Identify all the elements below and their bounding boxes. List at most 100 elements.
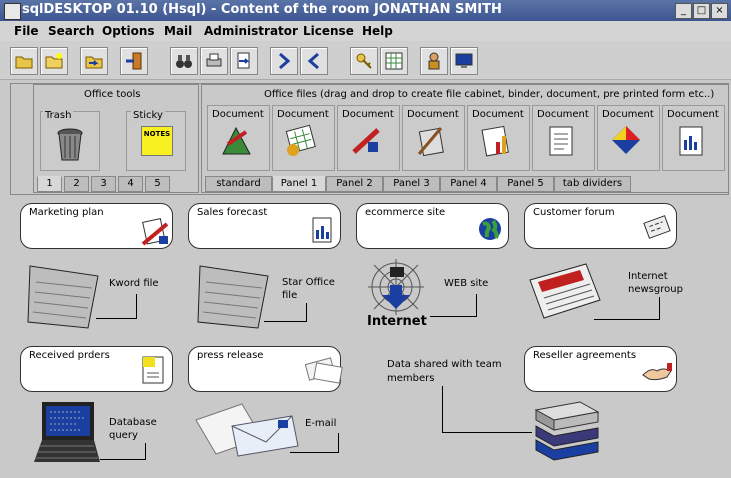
document-label: Document: [407, 109, 459, 120]
sales-forecast-label: Sales forecast: [197, 207, 268, 218]
press-release-label: press release: [197, 350, 264, 361]
monitor-icon: [455, 53, 473, 68]
chevron-left-icon: [307, 52, 319, 70]
globe-icon: [479, 218, 501, 240]
document-tile-3[interactable]: Document: [337, 105, 400, 171]
menu-mail[interactable]: Mail: [164, 24, 192, 38]
form-icon: [142, 356, 164, 384]
tab-panel-2[interactable]: Panel 2: [326, 176, 383, 192]
office-files-title: Office files (drag and drop to create fi…: [264, 89, 715, 100]
database-document-icon: [612, 126, 640, 154]
office-tools-title: Office tools: [84, 89, 141, 100]
document-label: Document: [212, 109, 264, 120]
data-shared-label: Data shared with team members: [387, 359, 502, 384]
key-button[interactable]: [350, 47, 378, 75]
connector-line: [442, 432, 532, 433]
next-button[interactable]: [270, 47, 298, 75]
menu-file[interactable]: File: [14, 24, 39, 38]
document-label: Document: [537, 109, 589, 120]
close-button[interactable]: ×: [711, 3, 728, 19]
kword-file-label: Kword file: [109, 278, 159, 289]
received-orders-bubble: Received prders: [20, 346, 173, 392]
exit-button[interactable]: [120, 47, 148, 75]
document-tile-2[interactable]: Document: [272, 105, 335, 171]
tab-standard[interactable]: standard: [205, 176, 272, 192]
sticky-label: Sticky: [131, 110, 165, 121]
connector-line: [442, 386, 443, 432]
grid-button[interactable]: [380, 47, 408, 75]
document-tile-8[interactable]: Document: [662, 105, 725, 171]
minimize-button[interactable]: _: [675, 3, 692, 19]
document-tile-7[interactable]: Document: [597, 105, 660, 171]
spreadsheet-document-icon: [285, 124, 316, 156]
toolbar: [0, 41, 731, 80]
previous-button[interactable]: [300, 47, 328, 75]
internet-label: Internet: [367, 314, 427, 329]
tab-panel-4[interactable]: Panel 4: [440, 176, 497, 192]
monitor-button[interactable]: [450, 47, 478, 75]
door-exit-icon: [126, 52, 142, 70]
connector-line: [306, 303, 307, 321]
document-tile-1[interactable]: Document: [207, 105, 270, 171]
kword-file-icon: [27, 265, 99, 329]
tab-panel-3[interactable]: Panel 3: [383, 176, 440, 192]
reseller-agreements-bubble: Reseller agreements: [524, 346, 677, 392]
document-tile-4[interactable]: Document: [402, 105, 465, 171]
tools-tab-1[interactable]: 1: [37, 176, 62, 192]
connector-line: [96, 318, 137, 319]
tab-dividers[interactable]: tab dividers: [554, 176, 631, 192]
menu-search[interactable]: Search: [48, 24, 94, 38]
document-export-icon: [237, 52, 250, 69]
web-site-label: WEB site: [444, 278, 489, 289]
maximize-button[interactable]: □: [693, 3, 710, 19]
press-release-bubble: press release: [188, 346, 343, 392]
search-button[interactable]: [170, 47, 198, 75]
user-icon: [428, 52, 440, 70]
print-button[interactable]: [200, 47, 228, 75]
export-button[interactable]: [230, 47, 258, 75]
menu-bar: File Search Options Mail Administrator L…: [0, 21, 731, 42]
trash-icon: [57, 128, 83, 161]
import-button[interactable]: [80, 47, 108, 75]
internet-newsgroup-label: Internet newsgroup: [628, 271, 683, 295]
tools-tab-5[interactable]: 5: [145, 176, 170, 192]
binoculars-icon: [176, 55, 192, 68]
tools-tab-2[interactable]: 2: [64, 176, 89, 192]
folder-open-icon: [15, 56, 33, 69]
ecommerce-site-label: ecommerce site: [365, 207, 446, 218]
report-icon: [312, 217, 332, 243]
menu-options[interactable]: Options: [102, 24, 155, 38]
chevron-right-icon: [279, 52, 291, 70]
sticky-note-icon: NOTES: [141, 126, 173, 156]
tab-panel-1[interactable]: Panel 1: [272, 176, 326, 192]
drawing-document-icon: [352, 128, 380, 154]
laptop-icon: [34, 402, 100, 462]
menu-license[interactable]: License: [303, 24, 354, 38]
handshake-icon: [642, 363, 672, 381]
tools-tab-4[interactable]: 4: [118, 176, 143, 192]
open-folder-button[interactable]: [10, 47, 38, 75]
app-icon[interactable]: [4, 3, 21, 20]
folder-new-icon: [45, 53, 63, 69]
tools-tab-3[interactable]: 3: [91, 176, 116, 192]
customer-forum-bubble: Customer forum: [524, 203, 677, 249]
reseller-agreements-label: Reseller agreements: [533, 350, 637, 361]
document-tile-5[interactable]: Document: [467, 105, 530, 171]
tab-panel-5[interactable]: Panel 5: [497, 176, 554, 192]
menu-administrator[interactable]: Administrator: [204, 24, 298, 38]
connector-line: [145, 443, 146, 459]
spider-web-icon: [368, 259, 424, 315]
connector-line: [338, 433, 339, 452]
office-files-group: Office files (drag and drop to create fi…: [201, 84, 729, 193]
sticky-tile[interactable]: Sticky NOTES: [126, 110, 186, 171]
drawing-icon: [141, 218, 169, 246]
marketing-plan-label: Marketing plan: [29, 207, 104, 218]
menu-help[interactable]: Help: [362, 24, 393, 38]
document-tile-6[interactable]: Document: [532, 105, 595, 171]
new-folder-button[interactable]: [40, 47, 68, 75]
connector-line: [430, 316, 477, 317]
user-button[interactable]: [420, 47, 448, 75]
trash-tile[interactable]: Trash: [40, 110, 100, 171]
document-label: Document: [342, 109, 394, 120]
chart-document-icon: [481, 125, 509, 157]
